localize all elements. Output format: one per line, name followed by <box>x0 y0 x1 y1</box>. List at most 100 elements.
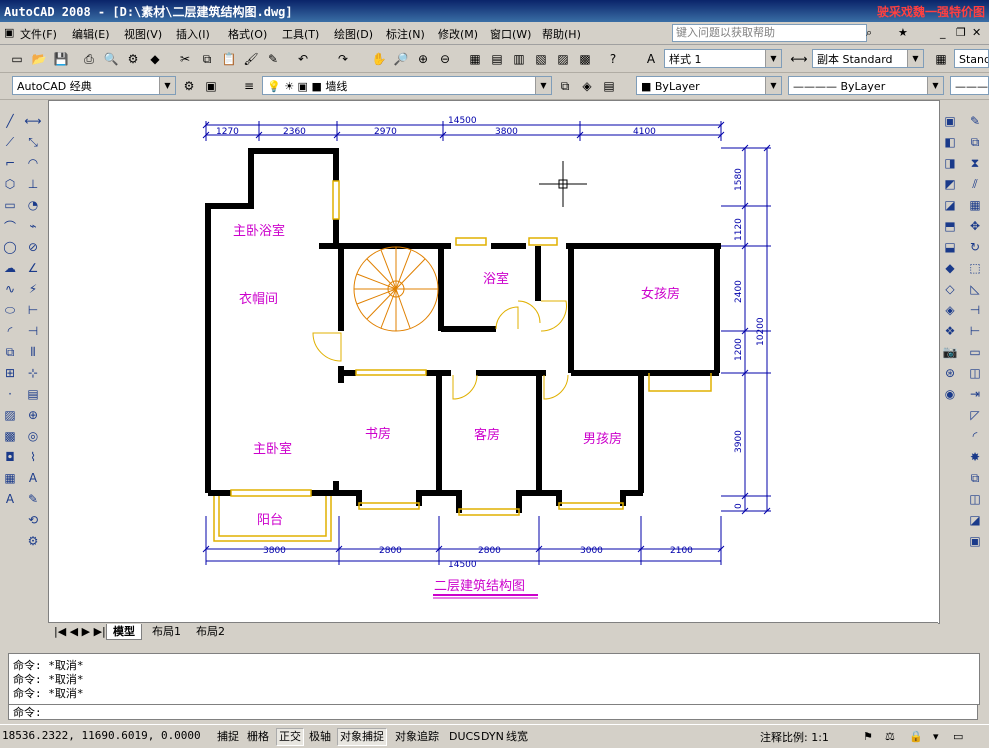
front-view-icon[interactable]: ⬒ <box>941 217 959 235</box>
region-icon[interactable]: ◘ <box>1 448 19 466</box>
arc-icon[interactable]: ⌒ <box>1 217 19 235</box>
menu-format[interactable]: 格式(O) <box>228 26 267 42</box>
jogged-icon[interactable]: ⌁ <box>24 217 42 235</box>
tool-palettes-icon[interactable]: ▥ <box>510 50 528 68</box>
layer-select[interactable]: 💡 ☀ ▣ ■ 墙线 ▼ <box>262 76 552 95</box>
quick-dimension-icon[interactable]: ⚡ <box>24 280 42 298</box>
table-icon[interactable]: ▦ <box>1 469 19 487</box>
stretch-icon[interactable]: ◺ <box>966 280 984 298</box>
save-icon[interactable]: 💾 <box>52 50 70 68</box>
right-view-icon[interactable]: ◪ <box>941 196 959 214</box>
zoom-previous-icon[interactable]: ⊖ <box>436 50 454 68</box>
lineweight-toggle[interactable]: 线宽 <box>503 728 531 746</box>
close-icon[interactable]: ✕ <box>972 26 981 39</box>
left-view-icon[interactable]: ◩ <box>941 175 959 193</box>
bring-front-icon[interactable]: ◫ <box>966 490 984 508</box>
search-icon[interactable]: ⌕ <box>866 26 872 40</box>
dim-break-icon[interactable]: ⊹ <box>24 364 42 382</box>
paste-icon[interactable]: 📋 <box>220 50 238 68</box>
command-input[interactable]: 命令: <box>8 704 978 720</box>
hatch-icon[interactable]: ▨ <box>1 406 19 424</box>
minimize-icon[interactable]: _ <box>940 26 946 39</box>
spline-icon[interactable]: ∿ <box>1 280 19 298</box>
annotation-scale[interactable]: 注释比例: 1:1 <box>760 729 829 745</box>
array-icon[interactable]: ▦ <box>966 196 984 214</box>
draw-order-icon[interactable]: ⧉ <box>966 469 984 487</box>
redo-icon[interactable]: ↷ <box>334 50 352 68</box>
sw-iso-icon[interactable]: ◆ <box>941 259 959 277</box>
point-icon[interactable]: · <box>1 385 19 403</box>
color-select[interactable]: ■ ByLayer ▼ <box>636 76 782 95</box>
copy-object-icon[interactable]: ⧉ <box>966 133 984 151</box>
layer-previous-icon[interactable]: ◈ <box>578 77 596 95</box>
object-track-toggle[interactable]: 对象追踪 <box>392 728 442 746</box>
status-tray-icon[interactable]: ▾ <box>930 728 942 746</box>
explode-icon[interactable]: ✸ <box>966 448 984 466</box>
jogged-linear-icon[interactable]: ⌇ <box>24 448 42 466</box>
block-editor-icon[interactable]: ✎ <box>264 50 282 68</box>
inspection-icon[interactable]: ◎ <box>24 427 42 445</box>
rotate-icon[interactable]: ↻ <box>966 238 984 256</box>
chevron-down-icon[interactable]: ▼ <box>765 77 781 94</box>
restore-icon[interactable]: ❐ <box>956 26 966 39</box>
menu-modify[interactable]: 修改(M) <box>438 26 478 42</box>
make-current-layer-icon[interactable]: ⧉ <box>556 77 574 95</box>
camera-icon[interactable]: 📷 <box>941 343 959 361</box>
dim-style-select[interactable]: 副本 Standard ▼ <box>812 49 924 68</box>
scale-icon[interactable]: ⬚ <box>966 259 984 277</box>
table-style-select[interactable]: Stand <box>954 49 989 68</box>
ellipse-arc-icon[interactable]: ◜ <box>1 322 19 340</box>
zoom-realtime-icon[interactable]: 🔎 <box>392 50 410 68</box>
print-icon[interactable]: ⎙ <box>80 50 98 68</box>
tab-nav-arrows[interactable]: |◀ ◀ ▶ ▶| <box>48 624 112 639</box>
table-style-icon[interactable]: ▦ <box>932 50 950 68</box>
rectangle-icon[interactable]: ▭ <box>1 196 19 214</box>
zoom-window-icon[interactable]: ⊕ <box>414 50 432 68</box>
extend-icon[interactable]: ⊢ <box>966 322 984 340</box>
clean-screen-icon[interactable]: ▭ <box>950 728 966 746</box>
break-icon[interactable]: ◫ <box>966 364 984 382</box>
dim-update-icon[interactable]: ⟲ <box>24 511 42 529</box>
help-icon[interactable]: ? <box>604 50 622 68</box>
radius-icon[interactable]: ◔ <box>24 196 42 214</box>
menu-file[interactable]: 文件(F) <box>20 26 57 42</box>
erase-icon[interactable]: ✎ <box>966 112 984 130</box>
text-style-select[interactable]: 样式 1 ▼ <box>664 49 782 68</box>
chevron-down-icon[interactable]: ▼ <box>907 50 923 67</box>
trim-icon[interactable]: ⊣ <box>966 301 984 319</box>
center-mark-icon[interactable]: ⊕ <box>24 406 42 424</box>
undo-icon[interactable]: ↶ <box>294 50 312 68</box>
top-view-icon[interactable]: ◧ <box>941 133 959 151</box>
mirror-icon[interactable]: ⧗ <box>966 154 984 172</box>
back-view-icon[interactable]: ⬓ <box>941 238 959 256</box>
orbit-icon[interactable]: ⊛ <box>941 364 959 382</box>
annotation-visibility-icon[interactable]: ⚑ <box>860 728 876 746</box>
move-icon[interactable]: ✥ <box>966 217 984 235</box>
design-center-icon[interactable]: ▤ <box>488 50 506 68</box>
calculator-icon[interactable]: ▩ <box>576 50 594 68</box>
join-icon[interactable]: ⇥ <box>966 385 984 403</box>
publish-icon[interactable]: ⚙ <box>124 50 142 68</box>
menu-edit[interactable]: 编辑(E) <box>72 26 110 42</box>
break-point-icon[interactable]: ▭ <box>966 343 984 361</box>
baseline-icon[interactable]: ⊢ <box>24 301 42 319</box>
drawing-canvas[interactable]: 主卧浴室 衣帽间 浴室 女孩房 主卧室 书房 客房 男孩房 阳台 14500 1… <box>48 100 940 624</box>
lineweight-select[interactable]: ——— <box>950 76 989 95</box>
tab-model[interactable]: 模型 <box>106 624 142 640</box>
snap-toggle[interactable]: 捕捉 <box>214 728 242 746</box>
help-search-input[interactable]: 键入问题以获取帮助 <box>672 24 867 42</box>
menu-window[interactable]: 窗口(W) <box>490 26 531 42</box>
workspace-select[interactable]: AutoCAD 经典 ▼ <box>12 76 176 95</box>
polar-toggle[interactable]: 极轴 <box>306 728 334 746</box>
ortho-toggle[interactable]: 正交 <box>276 728 304 746</box>
nw-iso-icon[interactable]: ❖ <box>941 322 959 340</box>
sheet-set-icon[interactable]: ▧ <box>532 50 550 68</box>
construction-line-icon[interactable]: ⟋ <box>1 133 19 151</box>
menu-draw[interactable]: 绘图(D) <box>334 26 373 42</box>
render-icon[interactable]: ◉ <box>941 385 959 403</box>
dim-text-edit-icon[interactable]: ✎ <box>24 490 42 508</box>
menu-view[interactable]: 视图(V) <box>124 26 162 42</box>
chevron-down-icon[interactable]: ▼ <box>927 77 943 94</box>
dim-space-icon[interactable]: ⫴ <box>24 343 42 361</box>
cut-icon[interactable]: ✂ <box>176 50 194 68</box>
